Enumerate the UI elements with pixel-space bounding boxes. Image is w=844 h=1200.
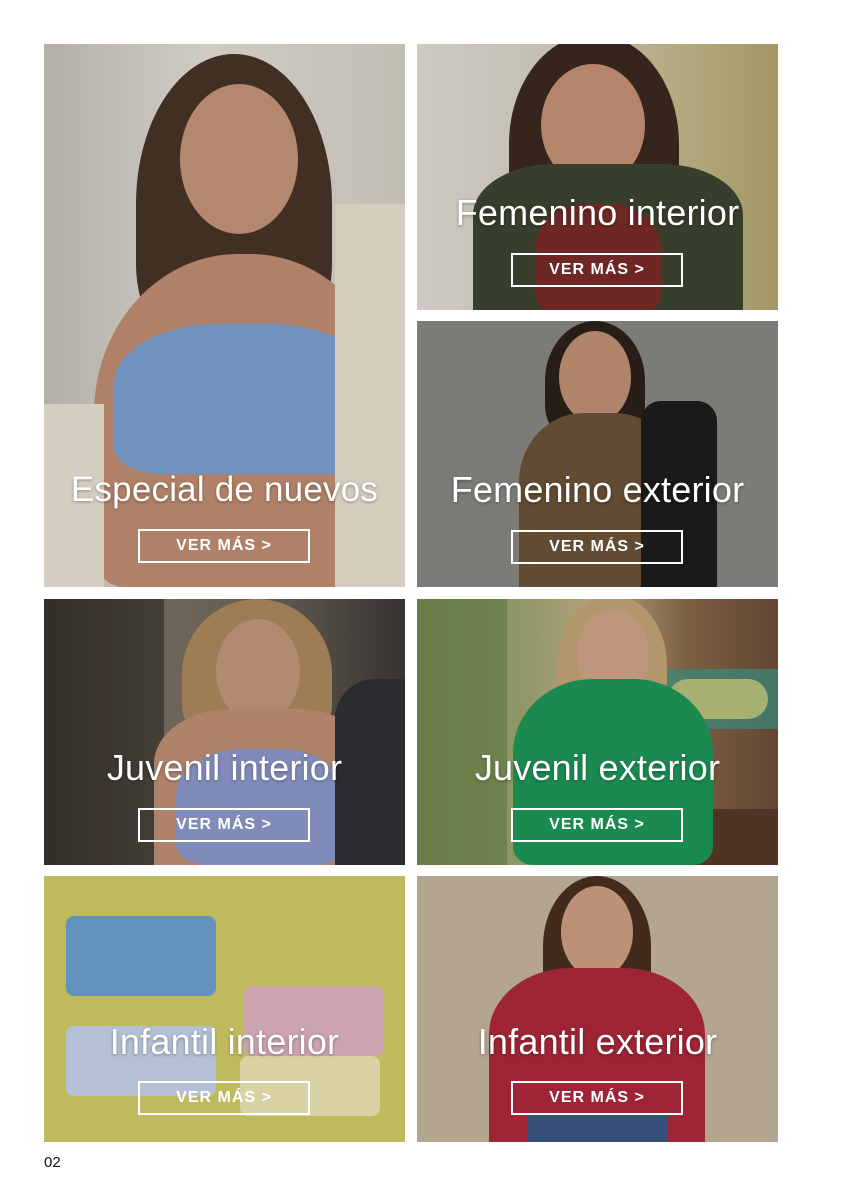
category-tile-juvenil-exterior[interactable]: Juvenil exterior VER MÁS > — [417, 599, 778, 865]
category-tile-femenino-interior[interactable]: Femenino interior VER MÁS > — [417, 44, 778, 310]
tile-title: Infantil interior — [109, 1021, 340, 1062]
tile-title: Femenino interior — [455, 192, 740, 233]
ver-mas-button[interactable]: VER MÁS > — [138, 808, 310, 842]
tile-title: Femenino exterior — [450, 469, 745, 510]
tile-title: Juvenil interior — [106, 747, 343, 788]
tile-title: Juvenil exterior — [474, 747, 721, 788]
category-tile-infantil-exterior[interactable]: Infantil exterior VER MÁS > — [417, 876, 778, 1142]
tile-title: Infantil exterior — [477, 1021, 718, 1062]
category-tile-femenino-exterior[interactable]: Femenino exterior VER MÁS > — [417, 321, 778, 587]
ver-mas-button[interactable]: VER MÁS > — [138, 1081, 310, 1115]
category-tile-infantil-interior[interactable]: Infantil interior VER MÁS > — [44, 876, 405, 1142]
ver-mas-button[interactable]: VER MÁS > — [511, 253, 683, 287]
category-tile-especial-de-nuevos[interactable]: Especial de nuevos VER MÁS > — [44, 44, 405, 587]
page-number: 02 — [44, 1154, 61, 1171]
category-tile-juvenil-interior[interactable]: Juvenil interior VER MÁS > — [44, 599, 405, 865]
ver-mas-button[interactable]: VER MÁS > — [511, 808, 683, 842]
tile-title: Especial de nuevos — [70, 470, 379, 509]
ver-mas-button[interactable]: VER MÁS > — [511, 1081, 683, 1115]
ver-mas-button[interactable]: VER MÁS > — [511, 530, 683, 564]
ver-mas-button[interactable]: VER MÁS > — [138, 529, 310, 563]
